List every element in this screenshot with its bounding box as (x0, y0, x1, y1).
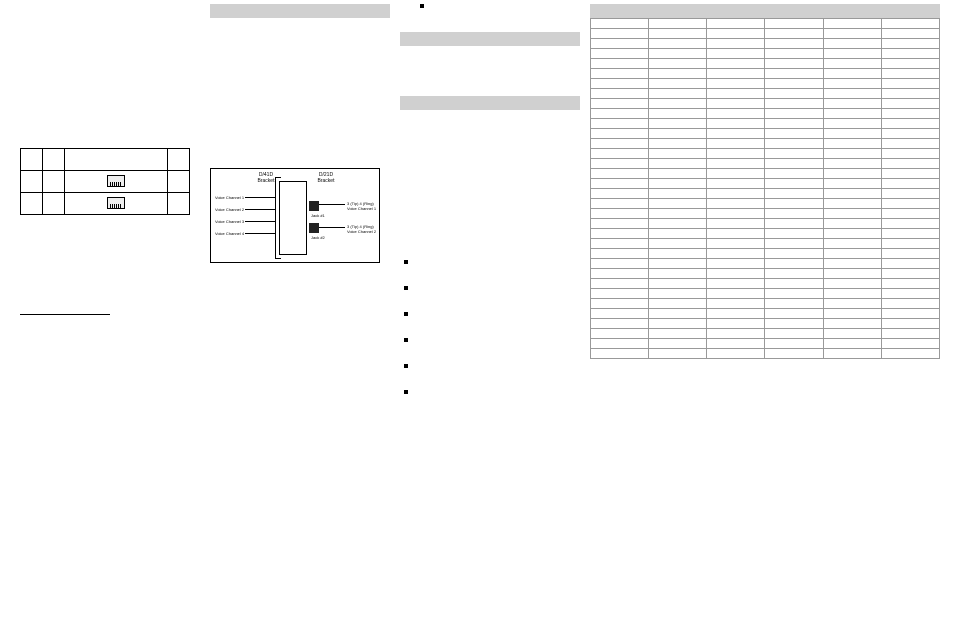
voice-channel-label: Voice Channel 4 (215, 231, 244, 236)
bullet-list (400, 260, 580, 394)
bracket-wiring-diagram: D/41D Bracket D/21D Bracket Jack #1 Jack… (210, 168, 380, 263)
table-row (591, 29, 940, 39)
rj-jack-1 (309, 201, 319, 211)
column-2: D/41D Bracket D/21D Bracket Jack #1 Jack… (210, 0, 390, 263)
card-outline (279, 181, 307, 255)
jack-2-label: Jack #2 (311, 235, 325, 240)
wire (245, 197, 275, 198)
table-row (591, 139, 940, 149)
table-row (591, 209, 940, 219)
table-row (591, 259, 940, 269)
right-channel-label: 3 (Tip) 4 (Ring) Voice Channel 1 (347, 201, 379, 211)
table-row (591, 99, 940, 109)
table-row (591, 119, 940, 129)
table-row (591, 279, 940, 289)
section-underline (20, 305, 110, 315)
table-row (591, 89, 940, 99)
section-header-bar (210, 4, 390, 18)
jack-1-label: Jack #1 (311, 213, 325, 218)
table-row (591, 199, 940, 209)
bullet-icon (404, 260, 408, 264)
bracket-right-label: D/21D Bracket (311, 173, 341, 184)
voice-channel-label: Voice Channel 3 (215, 219, 244, 224)
table-row (591, 269, 940, 279)
voice-channel-label: Voice Channel 1 (215, 195, 244, 200)
table-row (591, 19, 940, 29)
table-row (591, 299, 940, 309)
wire (245, 233, 275, 234)
table-row (591, 49, 940, 59)
table-row (591, 179, 940, 189)
spec-table (590, 18, 940, 359)
right-channel-label: 3 (Tip) 4 (Ring) Voice Channel 2 (347, 224, 379, 234)
table-row (21, 149, 190, 171)
rj45-icon (107, 197, 125, 209)
bullet-icon (404, 338, 408, 342)
wire (319, 204, 345, 205)
voice-channel-label: Voice Channel 2 (215, 207, 244, 212)
table-row (591, 189, 940, 199)
table-row (591, 149, 940, 159)
table-row (591, 69, 940, 79)
wire (245, 221, 275, 222)
table-row (591, 39, 940, 49)
table-row (591, 329, 940, 339)
rj-jack-2 (309, 223, 319, 233)
table-row (21, 193, 190, 215)
port-table (20, 148, 190, 215)
table-row (591, 169, 940, 179)
table-row (591, 309, 940, 319)
table-row (591, 219, 940, 229)
section-header-bar (590, 4, 940, 18)
table-row (591, 249, 940, 259)
bullet-icon (404, 390, 408, 394)
table-row (591, 79, 940, 89)
bullet-icon (404, 364, 408, 368)
table-row (591, 109, 940, 119)
table-row (591, 319, 940, 329)
table-row (591, 59, 940, 69)
table-row (591, 349, 940, 359)
wire (319, 227, 345, 228)
column-3 (400, 0, 580, 394)
section-header-bar (400, 32, 580, 46)
table-row (591, 159, 940, 169)
bullet-icon (404, 312, 408, 316)
table-row (591, 339, 940, 349)
column-4 (590, 0, 940, 359)
column-1 (20, 0, 200, 315)
rj45-icon (107, 175, 125, 187)
table-row (591, 229, 940, 239)
section-header-bar (400, 96, 580, 110)
table-row (591, 239, 940, 249)
bullet-icon (404, 286, 408, 290)
wire (245, 209, 275, 210)
table-row (21, 171, 190, 193)
table-row (591, 129, 940, 139)
table-row (591, 289, 940, 299)
